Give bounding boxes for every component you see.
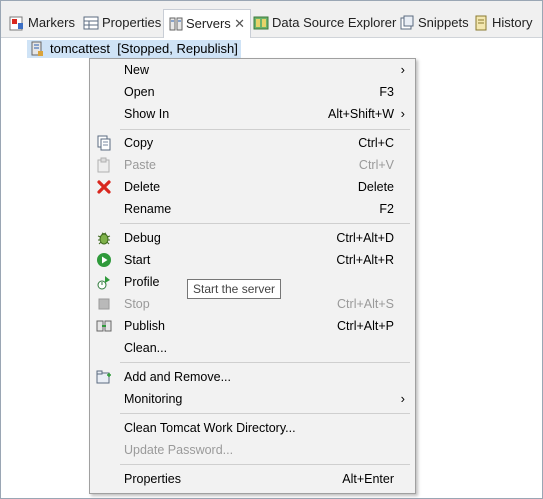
tab-data-source-explorer-label: Data Source Explorer: [272, 15, 397, 30]
context-menu: New › Open F3 Show In Alt+Shift+W › Copy…: [89, 58, 416, 494]
shortcut-label: Delete: [357, 180, 394, 194]
menu-item-add-and-remove[interactable]: Add and Remove...: [90, 366, 415, 388]
add-remove-icon: [96, 370, 111, 384]
menu-item-rename[interactable]: Rename F2: [90, 198, 415, 220]
view-tab-bar: Markers Properties Servers ✕ Data Source…: [1, 1, 542, 38]
snippets-icon: [400, 15, 414, 30]
markers-icon: [9, 16, 23, 31]
shortcut-label: Ctrl+Alt+P: [337, 319, 394, 333]
menu-item-delete[interactable]: Delete Delete: [90, 176, 415, 198]
chevron-right-icon: ›: [400, 62, 405, 77]
delete-icon: [97, 180, 111, 194]
menu-item-monitoring[interactable]: Monitoring ›: [90, 388, 415, 410]
menu-item-new[interactable]: New ›: [90, 59, 415, 81]
shortcut-label: F2: [379, 202, 394, 216]
publish-icon: [96, 320, 112, 332]
menu-item-properties[interactable]: Properties Alt+Enter: [90, 468, 415, 490]
shortcut-label: Ctrl+V: [358, 158, 394, 172]
data-source-explorer-icon: [253, 16, 269, 30]
menu-separator: [120, 223, 410, 224]
stop-icon: [98, 298, 110, 310]
menu-item-update-password[interactable]: Update Password...: [90, 439, 415, 461]
debug-icon: [97, 232, 111, 245]
tooltip: Start the server: [187, 279, 282, 299]
shortcut-label: Ctrl+C: [358, 136, 394, 150]
paste-icon: [97, 157, 110, 173]
profile-icon: [97, 276, 110, 290]
tab-properties-label: Properties: [102, 15, 162, 30]
tab-servers[interactable]: Servers ✕: [163, 9, 251, 38]
tab-markers-label: Markers: [28, 15, 75, 30]
copy-icon: [97, 135, 111, 151]
chevron-right-icon: ›: [400, 391, 405, 406]
menu-item-clean-tomcat-work-directory[interactable]: Clean Tomcat Work Directory...: [90, 417, 415, 439]
shortcut-label: Alt+Enter: [342, 472, 394, 486]
tab-servers-label: Servers: [186, 16, 231, 31]
server-label: tomcattest [Stopped, Republish]: [50, 41, 238, 56]
menu-item-paste[interactable]: Paste Ctrl+V: [90, 154, 415, 176]
shortcut-label: Ctrl+Alt+D: [336, 231, 394, 245]
chevron-right-icon: ›: [400, 106, 405, 121]
shortcut-label: Alt+Shift+W: [328, 107, 394, 121]
shortcut-label: Ctrl+Alt+R: [336, 253, 394, 267]
start-icon: [97, 253, 111, 267]
menu-item-publish[interactable]: Publish Ctrl+Alt+P: [90, 315, 415, 337]
close-icon[interactable]: ✕: [234, 10, 245, 38]
menu-item-clean[interactable]: Clean...: [90, 337, 415, 359]
menu-separator: [120, 129, 410, 130]
menu-separator: [120, 464, 410, 465]
tab-snippets-label: Snippets: [418, 15, 469, 30]
shortcut-label: F3: [379, 85, 394, 99]
history-icon: [475, 15, 487, 31]
shortcut-label: Ctrl+Alt+S: [337, 297, 394, 311]
tab-history-label: History: [492, 15, 533, 30]
menu-item-show-in[interactable]: Show In Alt+Shift+W ›: [90, 103, 415, 125]
server-tree-item[interactable]: tomcattest [Stopped, Republish]: [27, 40, 241, 58]
menu-separator: [120, 413, 410, 414]
menu-item-start[interactable]: Start Ctrl+Alt+R: [90, 249, 415, 271]
server-icon: [31, 41, 43, 56]
menu-item-debug[interactable]: Debug Ctrl+Alt+D: [90, 227, 415, 249]
servers-icon: [169, 17, 183, 31]
menu-separator: [120, 362, 410, 363]
menu-item-copy[interactable]: Copy Ctrl+C: [90, 132, 415, 154]
menu-item-open[interactable]: Open F3: [90, 81, 415, 103]
properties-icon: [83, 16, 99, 30]
